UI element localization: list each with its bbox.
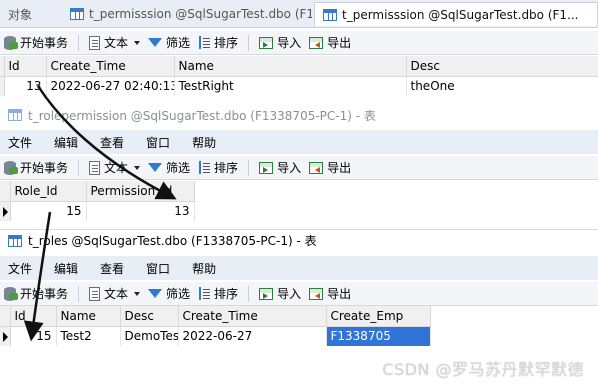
arrow-rolepermission-to-roles xyxy=(23,211,52,342)
annotation-arrows xyxy=(23,85,177,342)
watermark-text: CSDN @罗马苏丹默罕默德 xyxy=(382,360,584,379)
arrow-permission-to-rolepermission xyxy=(36,85,177,200)
